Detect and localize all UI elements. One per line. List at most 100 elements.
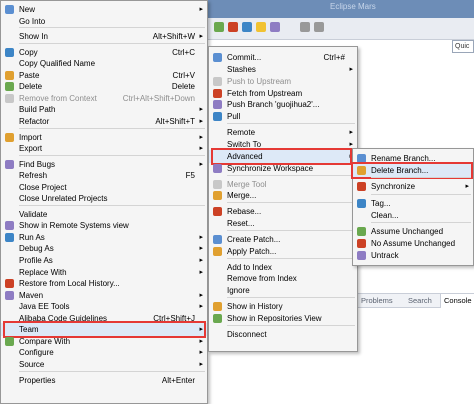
submenu-arrow-icon: ▸	[199, 145, 203, 153]
menu-item-go-into[interactable]: Go Into	[1, 15, 207, 28]
delete-icon	[5, 82, 14, 92]
show-in-repositories-view-icon	[213, 314, 222, 323]
menu-item-export[interactable]: Export ▸	[1, 142, 207, 155]
refactor-icon	[5, 117, 14, 126]
show-in-icon	[5, 32, 14, 41]
menu-item-label: Reset...	[227, 219, 255, 229]
menu-item-close-unrelated-projects[interactable]: Close Unrelated Projects	[1, 192, 207, 205]
replace-with-icon	[5, 268, 14, 277]
submenu-arrow-icon: ▸	[199, 117, 203, 125]
no-assume-unchanged-icon	[357, 239, 366, 249]
menu-item-show-in-repositories-view[interactable]: Show in Repositories View	[209, 312, 357, 325]
menu-item-no-assume-unchanged[interactable]: No Assume Unchanged	[353, 237, 473, 250]
build-path-icon	[5, 105, 14, 114]
nav-back-icon[interactable]	[300, 22, 310, 32]
java-ee-tools-icon	[5, 302, 14, 311]
rebase-icon	[213, 207, 222, 217]
menu-item-properties[interactable]: Properties Alt+Enter	[1, 374, 207, 387]
find-bugs-icon	[5, 159, 14, 169]
menu-separator	[227, 202, 355, 204]
menu-item-source[interactable]: Source ▸	[1, 358, 207, 371]
ignore-icon	[213, 286, 222, 295]
menu-item-label: Pull	[227, 112, 241, 122]
menu-item-refactor[interactable]: Refactor Alt+Shift+T ▸	[1, 115, 207, 128]
menu-separator	[227, 324, 355, 326]
menu-item-untrack[interactable]: Untrack	[353, 249, 473, 262]
search-icon[interactable]	[256, 22, 266, 32]
open-type-icon[interactable]	[242, 22, 252, 32]
nav-forward-icon[interactable]	[314, 22, 324, 32]
menu-item-shortcut: Alt+Shift+W	[152, 32, 195, 42]
menu-item-apply-patch[interactable]: Apply Patch...	[209, 245, 357, 258]
advanced-submenu: Rename Branch... Delete Branch... Synchron…	[351, 148, 474, 266]
menu-item-label: Synchronize Workspace	[227, 163, 314, 173]
synchronize-icon	[357, 182, 366, 192]
menu-separator	[19, 154, 205, 156]
run-icon[interactable]	[214, 22, 224, 32]
merge-tool-icon	[213, 179, 222, 189]
merge-icon	[213, 191, 222, 201]
paste-icon	[5, 70, 14, 80]
assume-unchanged-icon	[357, 227, 366, 236]
menu-item-label: Tag...	[371, 198, 391, 208]
copy-icon	[5, 47, 14, 57]
menu-item-show-in[interactable]: Show In Alt+Shift+W ▸	[1, 30, 207, 43]
properties-icon	[5, 376, 14, 385]
new-icon	[5, 5, 14, 14]
tag-icon	[357, 198, 366, 208]
menu-item-label: Export	[19, 144, 43, 154]
submenu-arrow-icon: ▸	[199, 360, 203, 368]
show-in-remote-systems-view-icon	[5, 221, 14, 231]
menu-item-label: Assume Unchanged	[371, 227, 444, 236]
menu-item-label: Untrack	[371, 251, 399, 261]
menu-item-label: Refactor	[19, 116, 50, 126]
submenu-arrow-icon: ▸	[199, 33, 203, 41]
profile-as-icon	[5, 256, 14, 265]
synchronize-workspace-icon	[213, 163, 222, 173]
push-to-upstream-icon	[213, 76, 222, 86]
menu-item-label: Go Into	[19, 16, 46, 26]
menu-item-synchronize[interactable]: Synchronize ▸	[353, 180, 473, 193]
close-unrelated-projects-icon	[5, 194, 14, 203]
refresh-icon	[5, 171, 14, 180]
menu-item-pull[interactable]: Pull	[209, 110, 357, 123]
disconnect-icon	[213, 330, 222, 339]
ide-window-title: Eclipse Mars	[330, 2, 376, 11]
menu-item-disconnect[interactable]: Disconnect	[209, 328, 357, 341]
menu-item-label: Clean...	[371, 210, 399, 220]
tab-problems[interactable]: Problems	[361, 294, 393, 308]
menu-item-label: Source	[19, 359, 45, 369]
menu-separator	[371, 222, 471, 223]
menu-item-ignore[interactable]: Ignore	[209, 284, 357, 297]
menu-item-label: Properties	[19, 375, 56, 385]
perspective-icon[interactable]	[270, 22, 280, 32]
menu-separator	[227, 123, 355, 125]
menu-item-assume-unchanged[interactable]: Assume Unchanged	[353, 225, 473, 238]
menu-item-label: Disconnect	[227, 329, 267, 339]
menu-item-merge[interactable]: Merge...	[209, 189, 357, 202]
menu-item-synchronize-workspace[interactable]: Synchronize Workspace	[209, 162, 357, 175]
menu-item-label: Apply Patch...	[227, 246, 277, 256]
menu-item-label: Show in Repositories View	[227, 314, 322, 323]
menu-separator	[19, 42, 205, 44]
menu-separator	[19, 370, 205, 372]
tab-console[interactable]: Console	[440, 294, 474, 308]
reset-icon	[213, 219, 222, 228]
menu-item-reset[interactable]: Reset...	[209, 217, 357, 230]
copy-qualified-name-icon	[5, 59, 14, 68]
menu-separator	[371, 193, 471, 195]
remove-from-context-icon	[5, 93, 14, 103]
project-context-menu: New ▸ Go Into Show In Alt+Shift+W ▸ Copy Ctrl+C…	[0, 0, 208, 404]
menu-item-clean[interactable]: Clean...	[353, 209, 473, 222]
fetch-from-upstream-icon	[213, 88, 222, 98]
pull-icon	[213, 112, 222, 122]
tab-search[interactable]: Search	[408, 294, 432, 308]
apply-patch-icon	[213, 246, 222, 256]
debug-icon[interactable]	[228, 22, 238, 32]
compare-with-icon	[5, 336, 14, 346]
menu-separator	[19, 204, 205, 206]
menu-item-tag[interactable]: Tag...	[353, 197, 473, 210]
menu-separator	[19, 127, 205, 129]
menu-separator	[227, 229, 355, 231]
quick-access-input[interactable]: Quic	[452, 40, 474, 53]
